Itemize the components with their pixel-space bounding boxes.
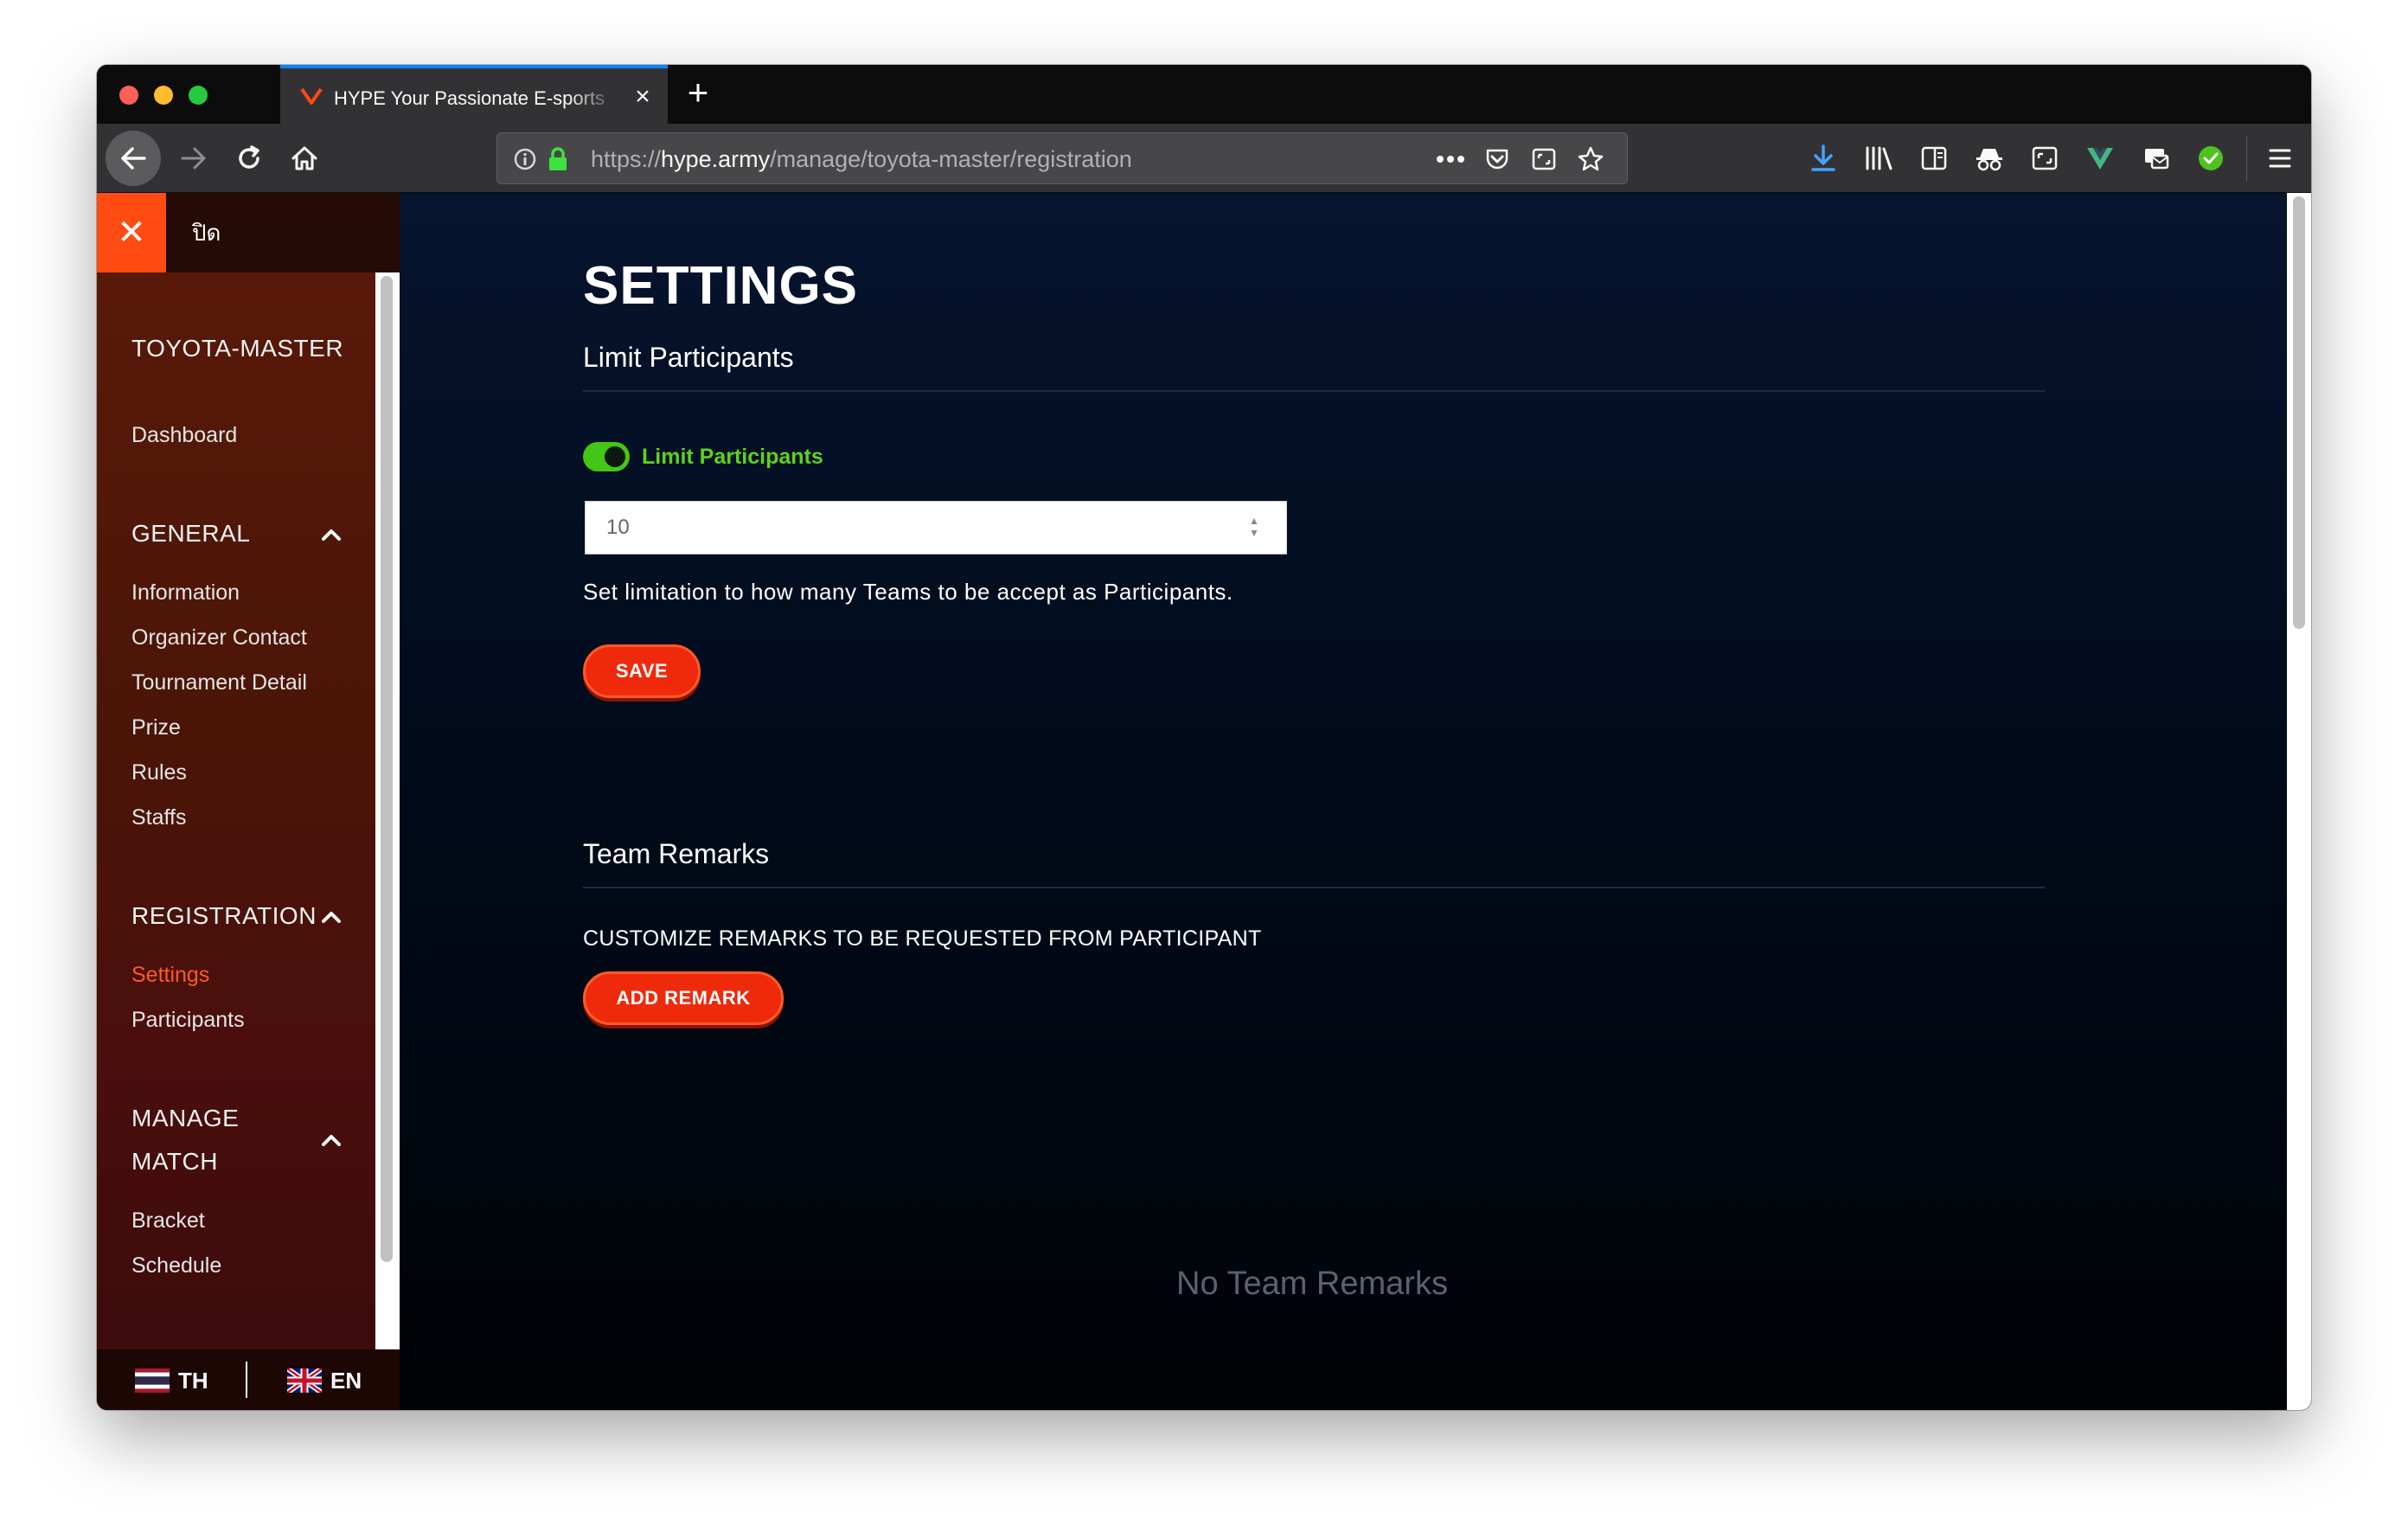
close-sidebar-button[interactable]: ✕ [97,193,166,272]
add-remark-button[interactable]: ADD REMARK [583,971,784,1025]
language-en-label: EN [330,1367,362,1394]
sidebar-scrollbar-thumb[interactable] [381,276,393,1262]
language-th-label: TH [178,1367,208,1394]
sidebar-section-registration[interactable]: REGISTRATION [131,902,317,930]
home-button[interactable] [282,136,327,181]
sidebar-item-staffs[interactable]: Staffs [131,805,186,830]
screenshot-icon[interactable] [1528,144,1559,175]
browser-window: HYPE Your Passionate E-sports × + https:… [97,65,2311,1410]
library-icon[interactable] [1858,138,1899,179]
sidebar-item-tournament-detail[interactable]: Tournament Detail [131,670,307,695]
sidebar-item-prize[interactable]: Prize [131,715,181,740]
sidebar-section-manage-match[interactable]: MANAGE [131,1105,239,1132]
language-th-button[interactable]: TH [135,1367,208,1394]
limit-participants-toggle[interactable] [583,442,630,471]
zoom-window-button[interactable] [189,86,208,105]
secure-lock-icon[interactable] [542,144,573,175]
save-button[interactable]: SAVE [583,644,701,698]
limit-participants-toggle-label[interactable]: Limit Participants [642,444,823,470]
navigation-bar: https://hype.army/manage/toyota-master/r… [97,124,2311,193]
extension-mail-icon[interactable] [2135,138,2176,179]
sidebar-item-information[interactable]: Information [131,580,240,606]
extension-incognito-icon[interactable] [1969,138,2010,179]
new-tab-button[interactable]: + [682,74,714,111]
sidebar-header: ✕ ปิด [97,193,400,272]
url-path: /manage/toyota-master/registration [770,146,1132,172]
forward-button[interactable] [171,136,216,181]
close-sidebar-label[interactable]: ปิด [192,219,221,247]
section-divider [583,887,2045,888]
forward-arrow-icon [181,147,206,170]
sidebar-item-organizer-contact[interactable]: Organizer Contact [131,625,307,650]
admin-sidebar: ✕ ปิด TOYOTA-MASTER Dashboard GENERAL In… [97,193,400,1410]
sidebar-item-participants[interactable]: Participants [131,1008,245,1033]
sidebar-item-schedule[interactable]: Schedule [131,1253,221,1278]
hype-favicon-icon [300,87,323,105]
limit-helper-text: Set limitation to how many Teams to be a… [583,579,1233,605]
sidebar-item-rules[interactable]: Rules [131,760,187,785]
sidebar-scrollbar[interactable] [375,272,400,1349]
page-scrollbar-thumb[interactable] [2293,196,2305,629]
url-host: hype.army [661,146,771,172]
chevron-up-icon[interactable] [318,522,344,548]
tab-title-fade [567,77,619,120]
vue-devtools-icon[interactable] [2079,138,2121,179]
language-switcher: TH EN [97,1349,400,1410]
pocket-icon[interactable] [1482,144,1513,175]
sidebar-section-manage-match-line2[interactable]: MATCH [131,1148,218,1176]
url-text: https://hype.army/manage/toyota-master/r… [591,145,1132,173]
toolbar-separator [2246,136,2247,181]
chevron-up-icon[interactable] [318,1127,344,1153]
info-icon[interactable] [509,144,541,175]
team-remarks-section-title: Team Remarks [583,838,770,869]
back-button[interactable] [106,131,161,186]
browser-tab-active[interactable]: HYPE Your Passionate E-sports × [280,65,668,124]
back-arrow-icon [121,147,146,170]
sidebar-item-dashboard[interactable]: Dashboard [131,423,237,448]
empty-remarks-text: No Team Remarks [1176,1266,1448,1302]
language-separator [246,1362,247,1398]
chevron-up-icon[interactable] [318,904,344,930]
home-icon [291,146,317,170]
page-actions-icon[interactable] [1435,144,1466,175]
section-divider [583,390,2045,392]
remarks-caption: CUSTOMIZE REMARKS TO BE REQUESTED FROM P… [583,926,1262,951]
sidebar-section-general[interactable]: GENERAL [131,520,250,548]
minimize-window-button[interactable] [154,86,173,105]
number-stepper-icon[interactable]: ▲ ▼ [1247,515,1261,541]
thailand-flag-icon [135,1368,170,1393]
extension-screenshot-icon[interactable] [2024,138,2065,179]
reload-icon [239,145,259,169]
reload-button[interactable] [227,136,272,181]
address-bar[interactable]: https://hype.army/manage/toyota-master/r… [496,132,1628,184]
sidebar-item-settings[interactable]: Settings [131,963,209,988]
bookmark-star-icon[interactable] [1575,144,1606,175]
menu-hamburger-icon[interactable] [2259,138,2301,179]
page-content: ✕ ปิด TOYOTA-MASTER Dashboard GENERAL In… [97,193,2311,1410]
sidebar-item-bracket[interactable]: Bracket [131,1208,205,1234]
limit-participants-section-title: Limit Participants [583,342,794,373]
tab-bar: HYPE Your Passionate E-sports × + [97,65,2311,124]
uk-flag-icon [287,1368,322,1393]
sidebar-toggle-icon[interactable] [1913,138,1955,179]
participant-limit-input[interactable] [585,501,1287,554]
page-title: SETTINGS [583,256,859,316]
sidebar-tournament-name[interactable]: TOYOTA-MASTER [131,335,343,362]
close-window-button[interactable] [119,86,138,105]
downloads-icon[interactable] [1803,138,1844,179]
toggle-knob [605,446,625,467]
language-en-button[interactable]: EN [287,1367,362,1394]
page-scrollbar[interactable] [2287,193,2311,1410]
close-tab-icon[interactable]: × [630,84,656,110]
extension-check-icon[interactable] [2190,138,2232,179]
url-scheme: https:// [591,146,662,172]
